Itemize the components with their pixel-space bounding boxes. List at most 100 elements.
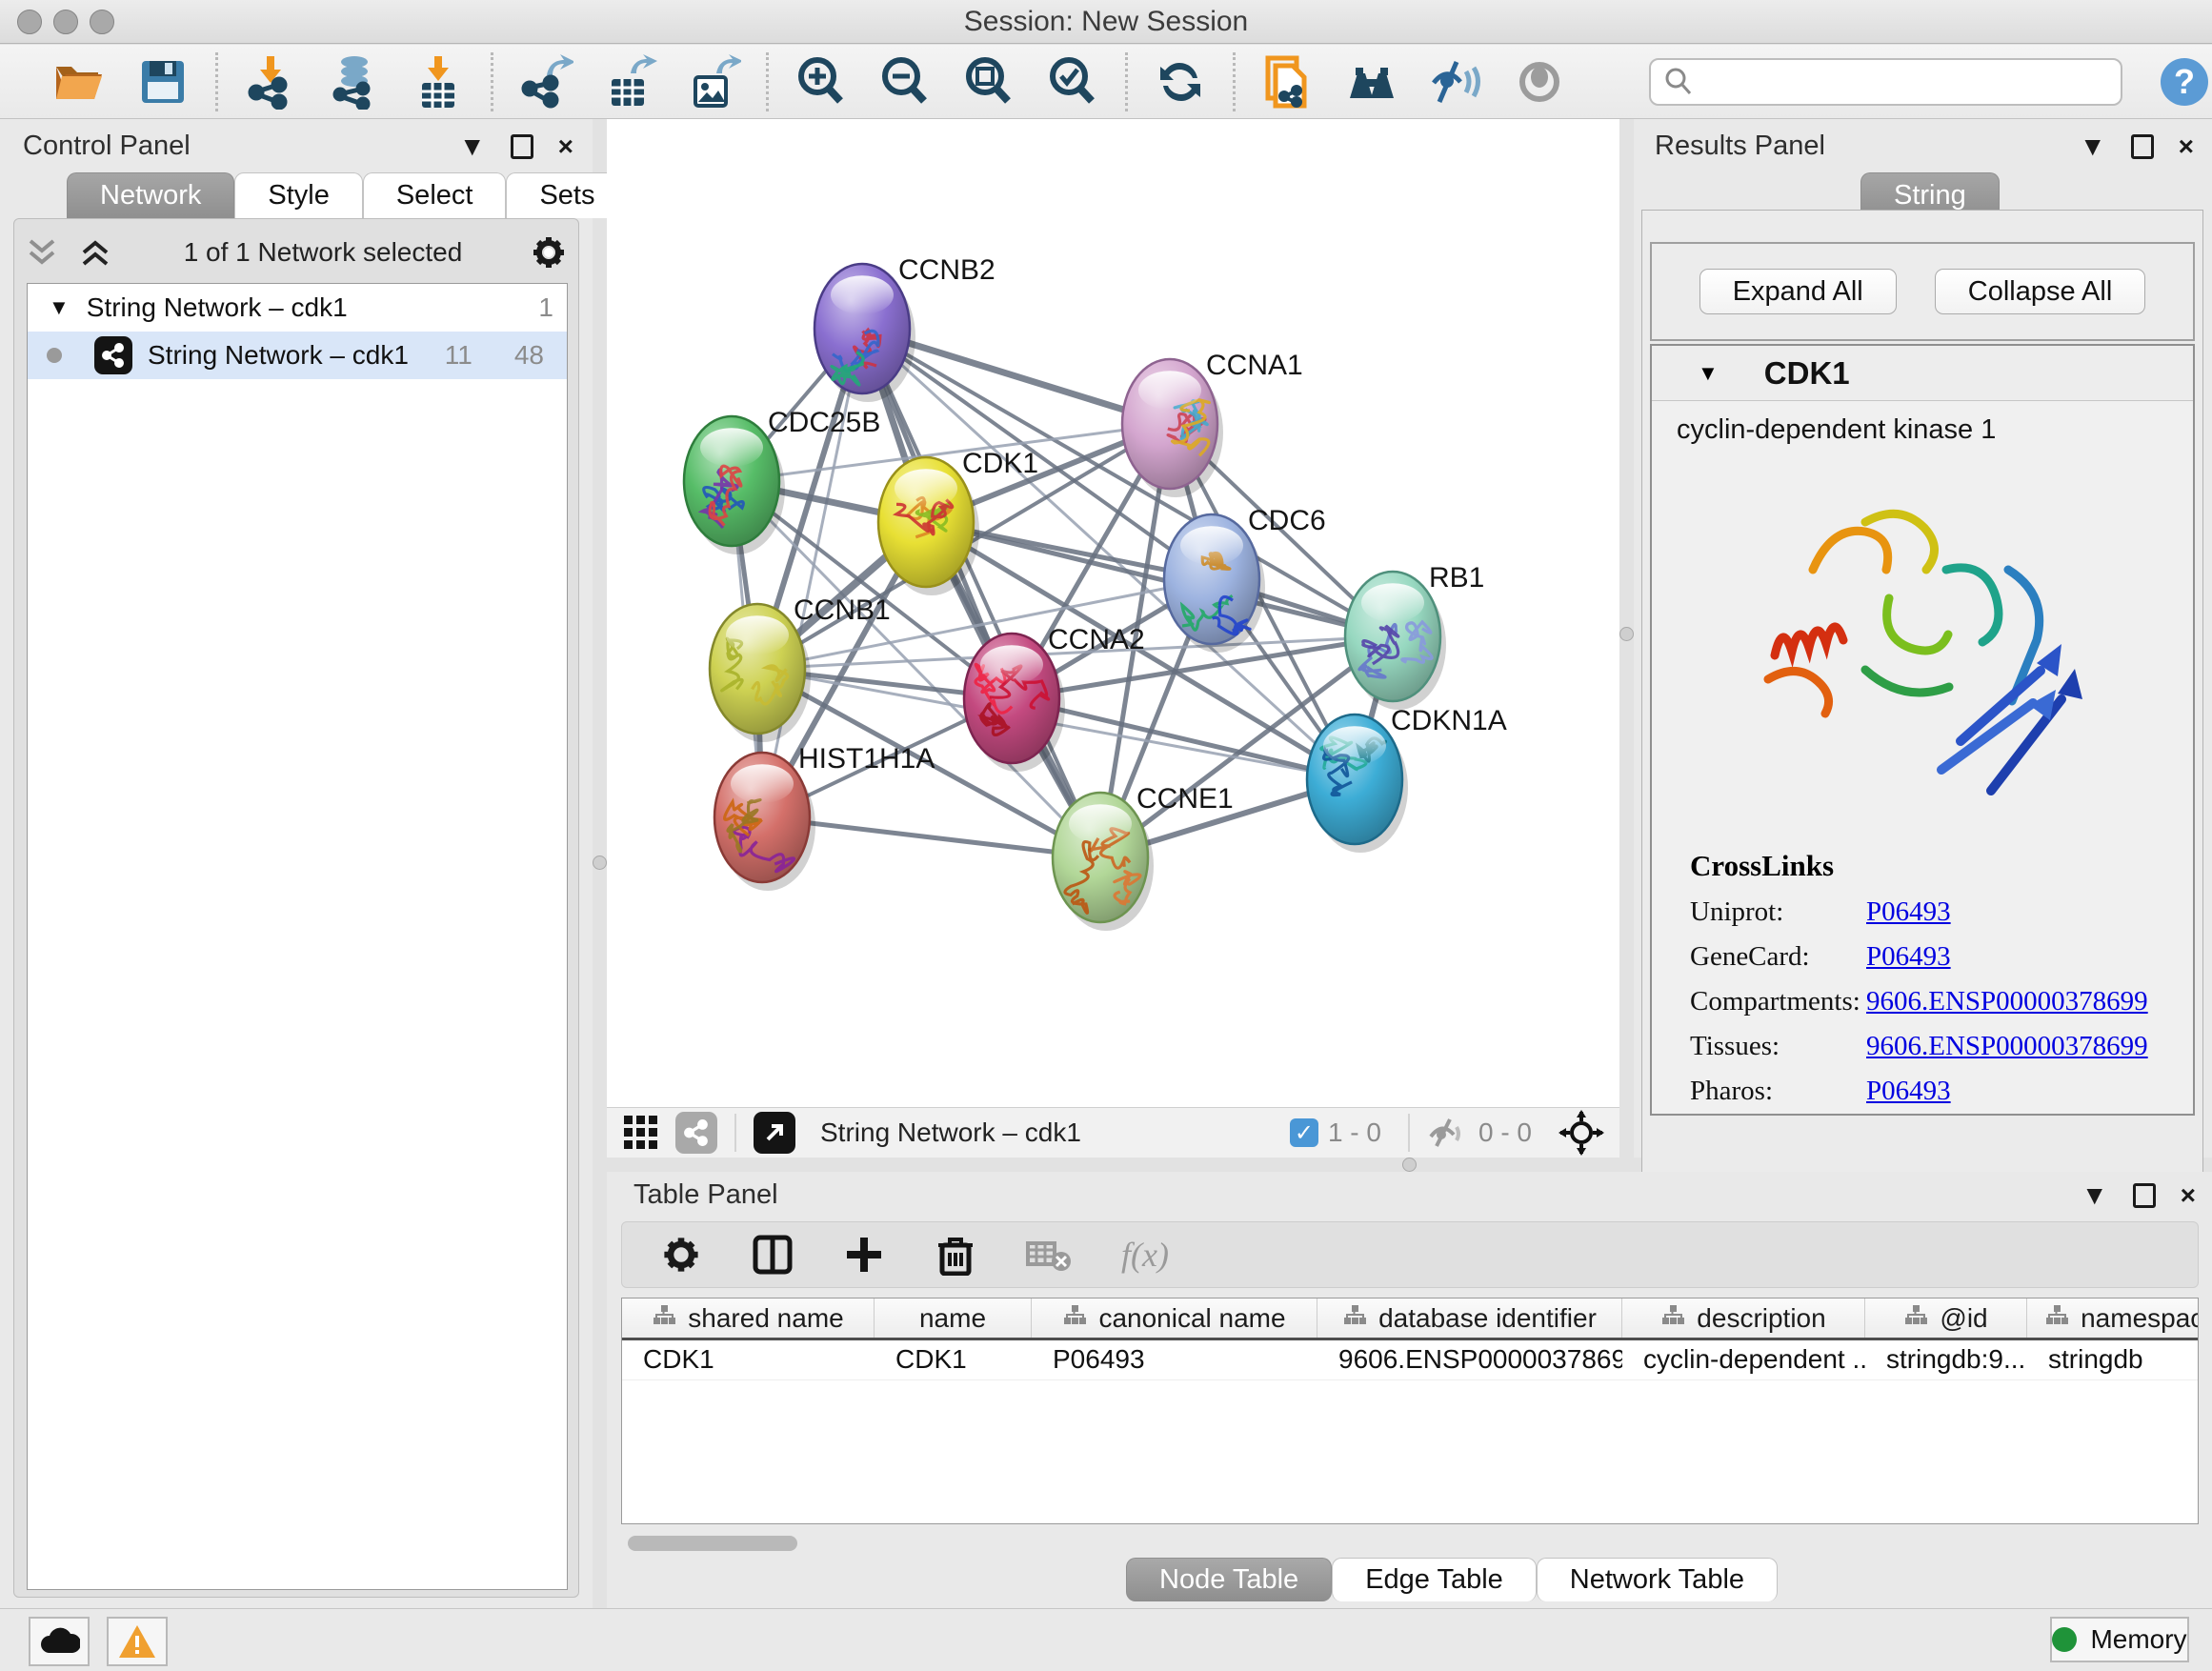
node-CCNE1[interactable]: CCNE1 [1053, 783, 1234, 931]
table-panel-menu-icon[interactable]: ▼ [2081, 1182, 2108, 1209]
results-panel-close-icon[interactable]: × [2179, 133, 2194, 160]
fit-center-crosshair-icon[interactable] [1558, 1110, 1604, 1156]
export-table-icon[interactable] [602, 54, 657, 110]
open-in-new-window-icon[interactable] [754, 1112, 795, 1154]
automation-cloud-button[interactable] [29, 1617, 90, 1666]
node-CCNB2[interactable]: CCNB2 [814, 254, 995, 402]
table-cell[interactable]: cyclin-dependent ... [1622, 1340, 1865, 1379]
table-cell[interactable]: stringdb:9... [1865, 1340, 2027, 1379]
table-horizontal-scrollbar[interactable] [628, 1536, 1009, 1551]
string-document-icon[interactable] [1260, 54, 1316, 110]
node-section-header[interactable]: ▼ CDK1 [1652, 346, 2193, 401]
node-label-CDC6: CDC6 [1248, 505, 1326, 536]
table-row[interactable]: CDK1CDK1P064939606.ENSP00000378699cyclin… [622, 1340, 2198, 1380]
close-window-button[interactable] [17, 10, 42, 34]
birdseye-grid-icon[interactable] [622, 1114, 660, 1152]
network-label: String Network – cdk1 [148, 340, 445, 371]
table-panel-close-icon[interactable]: × [2181, 1182, 2196, 1209]
save-session-icon[interactable] [135, 54, 191, 110]
refresh-icon[interactable] [1153, 54, 1208, 110]
control-panel-close-icon[interactable]: × [558, 133, 573, 160]
import-network-database-icon[interactable] [327, 54, 382, 110]
horizontal-splitter-handle[interactable] [1402, 1158, 1417, 1172]
export-image-icon[interactable] [686, 54, 741, 110]
table-options-gear-icon[interactable] [660, 1234, 702, 1276]
crosslink-link[interactable]: 9606.ENSP00000378699 [1866, 986, 2148, 1017]
binoculars-icon[interactable] [1344, 54, 1399, 110]
edge-CDK1-RB1[interactable] [926, 522, 1393, 636]
import-table-icon[interactable] [411, 54, 466, 110]
results-panel-menu-icon[interactable]: ▼ [2080, 133, 2106, 160]
table-cell[interactable]: CDK1 [875, 1340, 1032, 1379]
tab-network-table[interactable]: Network Table [1537, 1558, 1778, 1601]
delete-table-icon[interactable] [1026, 1236, 1072, 1274]
node-RB1[interactable]: RB1 [1345, 562, 1484, 710]
memory-button[interactable]: Memory [2050, 1617, 2189, 1662]
hide-panel-eye-icon[interactable] [1428, 54, 1483, 110]
network-canvas[interactable]: CCNB2CCNA1CDC25BCDK1CDC6RB1CCNB1CCNA2CDK… [607, 119, 1619, 1107]
warnings-button[interactable] [107, 1617, 168, 1666]
selected-nodes-checkbox[interactable]: ✓ [1290, 1118, 1318, 1147]
collapse-all-button[interactable]: Collapse All [1935, 269, 2146, 314]
column-header-namespace[interactable]: namespace [2027, 1299, 2199, 1338]
crosslink-label: GeneCard: [1690, 941, 1866, 973]
table-cell[interactable]: P06493 [1032, 1340, 1317, 1379]
node-HIST1H1A[interactable]: HIST1H1A [714, 743, 935, 891]
control-panel-float-icon[interactable] [511, 134, 533, 159]
left-splitter-handle[interactable] [593, 856, 607, 870]
tab-edge-table[interactable]: Edge Table [1332, 1558, 1537, 1601]
node-CDKN1A[interactable]: CDKN1A [1307, 705, 1507, 853]
crosslink-link[interactable]: P06493 [1866, 941, 1951, 973]
tab-select[interactable]: Select [363, 172, 507, 218]
table-cell[interactable]: CDK1 [622, 1340, 875, 1379]
network-collection-row[interactable]: ▼ String Network – cdk1 1 [28, 284, 567, 332]
open-file-icon[interactable] [51, 54, 107, 110]
column-header-database-identifier[interactable]: database identifier [1317, 1299, 1622, 1338]
column-header-shared-name[interactable]: shared name [622, 1299, 875, 1338]
column-header--id[interactable]: @id [1865, 1299, 2027, 1338]
tab-node-table[interactable]: Node Table [1126, 1558, 1332, 1601]
table-cell[interactable]: 9606.ENSP00000378699 [1317, 1340, 1622, 1379]
eye-gray-icon[interactable] [1512, 54, 1567, 110]
help-icon[interactable]: ? [2157, 54, 2212, 110]
column-header-description[interactable]: description [1622, 1299, 1865, 1338]
crosslink-link[interactable]: 9606.ENSP00000378699 [1866, 1031, 2148, 1062]
import-network-file-icon[interactable] [243, 54, 298, 110]
network-share-toggle-icon[interactable] [675, 1112, 717, 1154]
table-cell[interactable]: stringdb [2027, 1340, 2199, 1379]
results-panel-float-icon[interactable] [2131, 134, 2154, 159]
section-expander-icon[interactable]: ▼ [1698, 361, 1719, 386]
node-CCNB1[interactable]: CCNB1 [710, 594, 891, 742]
node-CDC6[interactable]: CDC6 [1164, 505, 1326, 653]
delete-column-icon[interactable] [935, 1234, 976, 1276]
network-row[interactable]: String Network – cdk1 11 48 [28, 332, 567, 379]
right-splitter-handle[interactable] [1619, 627, 1634, 641]
crosslink-link[interactable]: P06493 [1866, 896, 1951, 928]
node-CCNA1[interactable]: CCNA1 [1122, 350, 1303, 497]
tab-style[interactable]: Style [234, 172, 362, 218]
network-options-gear-icon[interactable] [530, 233, 568, 272]
control-panel-menu-icon[interactable]: ▼ [459, 133, 486, 160]
zoom-fit-icon[interactable] [961, 54, 1016, 110]
crosslink-link[interactable]: P06493 [1866, 1076, 1951, 1107]
zoom-in-icon[interactable] [794, 54, 849, 110]
export-network-icon[interactable] [518, 54, 573, 110]
edge-CCNB2-CCNE1[interactable] [862, 329, 1100, 857]
column-header-canonical-name[interactable]: canonical name [1032, 1299, 1317, 1338]
search-input[interactable] [1695, 67, 2104, 97]
table-panel-float-icon[interactable] [2133, 1183, 2156, 1208]
show-columns-icon[interactable] [752, 1234, 794, 1276]
collection-expander-icon[interactable]: ▼ [49, 295, 70, 320]
expand-all-button[interactable]: Expand All [1699, 269, 1897, 314]
zoom-selected-icon[interactable] [1045, 54, 1100, 110]
tab-network[interactable]: Network [67, 172, 234, 218]
expand-all-networks-icon[interactable] [76, 233, 116, 272]
collapse-all-networks-icon[interactable] [23, 233, 63, 272]
column-header-name[interactable]: name [875, 1299, 1032, 1338]
minimize-window-button[interactable] [53, 10, 78, 34]
zoom-out-icon[interactable] [877, 54, 933, 110]
network-node-count: 11 [445, 340, 473, 371]
maximize-window-button[interactable] [90, 10, 114, 34]
add-column-icon[interactable] [843, 1234, 885, 1276]
function-builder-icon[interactable]: f(x) [1121, 1235, 1169, 1275]
